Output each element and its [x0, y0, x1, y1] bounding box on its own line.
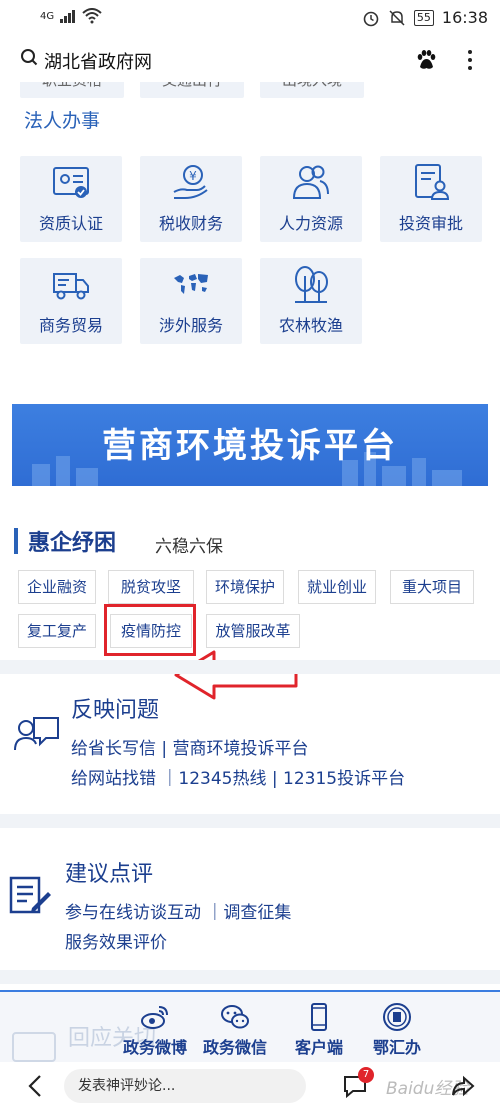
tile-label: 涉外服务	[158, 316, 223, 335]
people-icon	[292, 165, 329, 199]
tile-label: 投资审批	[398, 214, 463, 233]
tile-label: 人力资源	[278, 214, 343, 233]
tile-commerce-trade[interactable]: 商务贸易	[20, 258, 122, 344]
complaint-platform-banner[interactable]: 营商环境投诉平台	[12, 404, 488, 486]
share-icon[interactable]	[450, 1074, 476, 1098]
tag-environment-protection[interactable]: 环境保护	[206, 570, 284, 604]
tile-label: 农林牧渔	[278, 316, 343, 335]
tile-agriculture[interactable]: 农林牧渔	[260, 258, 362, 344]
delivery-truck-icon	[53, 273, 89, 300]
status-left: 4G	[40, 8, 102, 24]
document-user-icon	[415, 164, 450, 200]
mute-bell-icon	[389, 9, 405, 26]
ehuiban-logo-icon	[383, 1003, 411, 1031]
certificate-icon	[53, 167, 89, 198]
search-query[interactable]: 湖北省政府网	[44, 48, 152, 74]
chat-feedback-icon	[14, 717, 59, 751]
footer-label: 鄂汇办	[372, 1038, 421, 1057]
tile-investment-approval[interactable]: 投资审批	[380, 156, 482, 242]
section-title-huiqi: 惠企纾困	[28, 531, 117, 556]
footer-app[interactable]: 客户端	[274, 998, 364, 1058]
section-title-legal: 法人办事	[24, 110, 101, 132]
section-divider	[0, 814, 500, 828]
svg-text:¥: ¥	[189, 169, 197, 183]
tax-coin-hand-icon: ¥	[173, 165, 208, 199]
tag-reform[interactable]: 放管服改革	[206, 614, 300, 648]
tile-label: 税收财务	[158, 214, 223, 233]
status-bar: 4G 55 16:38	[0, 0, 500, 36]
tree-icon	[295, 266, 328, 303]
edit-document-icon	[9, 876, 51, 914]
tile-tax-finance[interactable]: ¥ 税收财务	[140, 156, 242, 242]
section-subtitle-liuwen[interactable]: 六稳六保	[155, 532, 223, 557]
back-arrow-icon[interactable]	[26, 1074, 44, 1098]
feedback-title[interactable]: 反映问题	[71, 692, 159, 724]
feedback-links-2[interactable]: 给网站找错 ｜12345热线 | 12315投诉平台	[71, 764, 405, 789]
search-icon[interactable]	[20, 48, 38, 66]
tile-qualification[interactable]: 资质认证	[20, 156, 122, 242]
footer-label: 客户端	[294, 1038, 343, 1057]
section-divider	[0, 970, 500, 984]
phone-icon	[311, 1003, 327, 1031]
clock: 16:38	[441, 8, 488, 27]
search-bar[interactable]: 湖北省政府网	[0, 40, 500, 80]
tag-major-projects[interactable]: 重大项目	[390, 570, 474, 604]
partial-tile-row: 职业资格 交通出行 出境入境	[20, 82, 380, 98]
network-indicator: 4G	[40, 10, 55, 22]
battery-indicator: 55	[413, 9, 434, 26]
tag-resume-work[interactable]: 复工复产	[18, 614, 96, 648]
tile-human-resources[interactable]: 人力资源	[260, 156, 362, 242]
footer-bar: 回应关切 政务微博 政务微信 客户端 鄂汇办	[0, 990, 500, 1062]
feedback-links-1[interactable]: 给省长写信 | 营商环境投诉平台	[71, 734, 309, 759]
ghost-icon	[12, 1032, 56, 1062]
tile-label: 资质认证	[38, 214, 103, 233]
signal-icon	[60, 10, 76, 23]
partial-tile[interactable]: 职业资格	[20, 82, 124, 98]
suggest-links-2[interactable]: 服务效果评价	[65, 928, 167, 953]
section-divider	[0, 660, 500, 674]
footer-ehuiban[interactable]: 鄂汇办	[352, 998, 442, 1058]
partial-tile[interactable]: 出境入境	[260, 82, 364, 98]
suggest-links-1[interactable]: 参与在线访谈互动 ｜调查征集	[65, 898, 291, 923]
alarm-icon	[363, 11, 379, 26]
section-accent-bar	[14, 528, 18, 554]
comment-input[interactable]: 发表神评妙论...	[64, 1069, 306, 1103]
tile-foreign-services[interactable]: 涉外服务	[140, 258, 242, 344]
world-map-icon	[174, 274, 208, 294]
more-menu-icon[interactable]	[466, 48, 474, 72]
browser-bottom-bar: 发表神评妙论... 7 Baidu经验	[0, 1062, 500, 1111]
wechat-icon	[221, 1005, 249, 1029]
footer-label: 政务微博	[122, 1038, 187, 1057]
wifi-icon	[82, 8, 102, 24]
weibo-icon	[141, 1006, 168, 1029]
tag-poverty-alleviation[interactable]: 脱贫攻坚	[108, 570, 194, 604]
footer-label: 政务微信	[202, 1038, 267, 1057]
comment-count-badge: 7	[358, 1067, 374, 1083]
pointer-arrow-annotation	[174, 650, 298, 700]
tile-label: 商务贸易	[38, 316, 103, 335]
status-right: 55 16:38	[362, 8, 488, 27]
footer-wechat[interactable]: 政务微信	[190, 998, 280, 1058]
suggest-title[interactable]: 建议点评	[65, 856, 153, 888]
tag-employment[interactable]: 就业创业	[298, 570, 376, 604]
tag-enterprise-financing[interactable]: 企业融资	[18, 570, 96, 604]
baidu-paw-icon[interactable]	[414, 48, 438, 72]
footer-weibo[interactable]: 政务微博	[110, 998, 200, 1058]
partial-tile[interactable]: 交通出行	[140, 82, 244, 98]
banner-text: 营商环境投诉平台	[102, 426, 398, 466]
